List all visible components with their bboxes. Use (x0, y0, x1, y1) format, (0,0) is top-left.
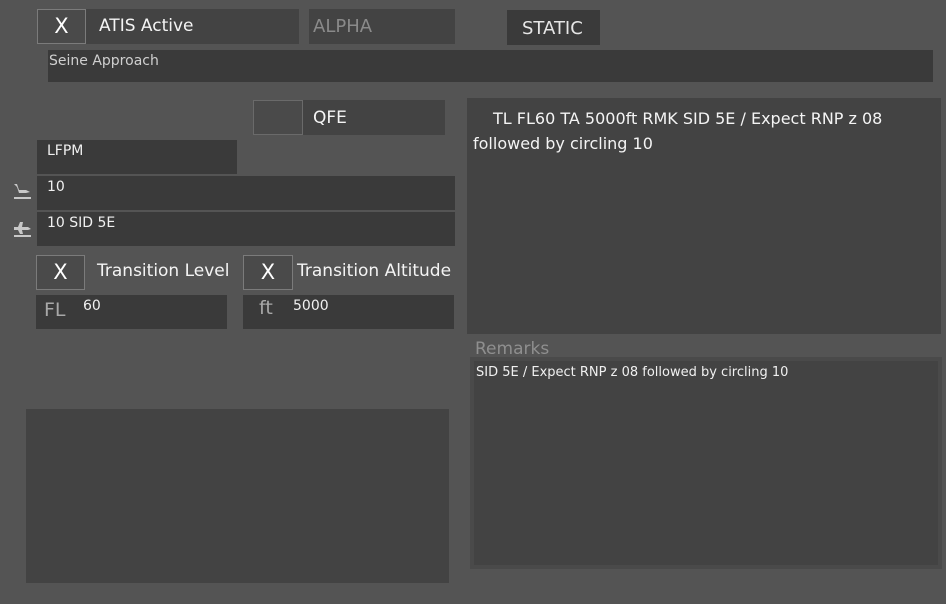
remarks-text: SID 5E / Expect RNP z 08 followed by cir… (476, 365, 789, 380)
arrival-plane-icon (11, 178, 33, 202)
mode-static-button[interactable]: STATIC (507, 10, 600, 45)
arrival-runway: 10 (47, 179, 65, 195)
atis-preview-text: TL FL60 TA 5000ft RMK SID 5E / Expect RN… (473, 109, 883, 153)
arrival-runway-field[interactable]: 10 (37, 176, 455, 210)
airport-icao: LFPM (47, 143, 84, 159)
qfe-label-box: QFE (303, 100, 445, 135)
atis-active-label: ATIS Active (99, 16, 194, 36)
transition-level-toggle[interactable]: X (36, 255, 85, 290)
departure-runway-field[interactable]: 10 SID 5E (37, 212, 455, 246)
transition-altitude-label: Transition Altitude (297, 261, 452, 281)
transition-altitude-toggle[interactable]: X (243, 255, 293, 290)
atis-active-label-box: ATIS Active (86, 9, 299, 44)
transition-level-field[interactable]: FL 60 (36, 295, 227, 329)
transition-level-value: 60 (83, 298, 101, 314)
transition-altitude-value: 5000 (293, 298, 329, 314)
transition-level-unit: FL (44, 299, 66, 321)
atis-preview-panel: TL FL60 TA 5000ft RMK SID 5E / Expect RN… (467, 98, 941, 334)
remarks-label: Remarks (475, 339, 550, 359)
mode-static-label: STATIC (522, 18, 583, 39)
empty-panel (26, 409, 449, 583)
departure-runway: 10 SID 5E (47, 215, 116, 231)
remarks-field[interactable]: SID 5E / Expect RNP z 08 followed by cir… (470, 357, 942, 569)
qfe-checkbox[interactable] (253, 100, 303, 135)
airport-icao-field[interactable]: LFPM (37, 140, 237, 174)
station-name: Seine Approach (49, 53, 159, 69)
atis-active-toggle[interactable]: X (37, 9, 86, 44)
atis-letter: ALPHA (313, 16, 373, 37)
atis-letter-field[interactable]: ALPHA (309, 9, 455, 44)
transition-altitude-unit: ft (259, 297, 273, 319)
qfe-label: QFE (313, 108, 347, 128)
transition-level-label: Transition Level (97, 261, 230, 281)
station-name-field[interactable]: Seine Approach (48, 50, 933, 82)
departure-plane-icon (11, 214, 33, 238)
transition-altitude-field[interactable]: ft 5000 (243, 295, 454, 329)
